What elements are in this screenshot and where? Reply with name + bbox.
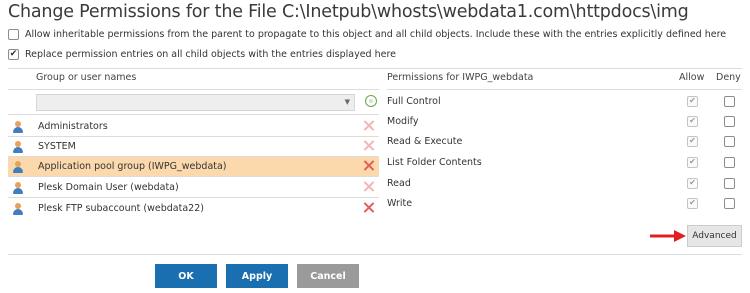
permission-name: Read & Execute	[387, 135, 463, 147]
permission-row-read: Read	[387, 173, 742, 193]
deny-checkbox[interactable]	[724, 156, 735, 168]
allow-checkbox[interactable]	[687, 95, 698, 107]
footer-divider	[8, 254, 742, 255]
user-row-administrators[interactable]: Administrators	[8, 117, 379, 136]
arrow-pointer-icon	[650, 230, 686, 242]
allow-checkbox[interactable]	[687, 135, 698, 147]
deny-checkbox[interactable]	[724, 135, 735, 147]
apply-button[interactable]: Apply	[226, 264, 288, 288]
permission-row-modify: Modify	[387, 111, 742, 131]
delete-icon[interactable]	[363, 140, 374, 151]
deny-checkbox[interactable]	[724, 95, 735, 107]
cancel-button[interactable]: Cancel	[297, 264, 359, 288]
chevron-down-icon: ▼	[344, 98, 350, 106]
page-title: Change Permissions for the File C:\Inetp…	[8, 2, 689, 22]
users-header: Group or user names	[36, 72, 137, 83]
user-divider	[8, 114, 379, 115]
user-divider	[8, 197, 379, 198]
section-divider	[8, 68, 742, 69]
user-icon	[12, 202, 24, 215]
allow-checkbox[interactable]	[687, 156, 698, 168]
deny-checkbox[interactable]	[724, 177, 735, 189]
user-row-system[interactable]: SYSTEM	[8, 137, 379, 156]
user-row-application-pool-group[interactable]: Application pool group (IWPG_webdata)	[8, 157, 379, 176]
deny-checkbox[interactable]	[724, 115, 735, 127]
add-user-icon[interactable]	[365, 95, 377, 107]
ok-button[interactable]: OK	[155, 264, 217, 288]
user-name: Application pool group (IWPG_webdata)	[38, 161, 227, 172]
permission-name: Full Control	[387, 95, 441, 107]
user-icon	[12, 160, 24, 173]
deny-checkbox[interactable]	[724, 197, 735, 209]
user-row-plesk-ftp-subaccount[interactable]: Plesk FTP subaccount (webdata22)	[8, 199, 379, 218]
delete-icon[interactable]	[363, 160, 374, 171]
inherit-option[interactable]: Allow inheritable permissions from the p…	[8, 29, 726, 40]
users-header-divider	[8, 89, 379, 90]
permissions-header-divider	[387, 89, 742, 90]
user-divider	[8, 176, 379, 177]
user-name: SYSTEM	[38, 141, 76, 152]
allow-checkbox[interactable]	[687, 177, 698, 189]
permission-row-list-folder-contents: List Folder Contents	[387, 152, 742, 172]
replace-label: Replace permission entries on all child …	[25, 49, 397, 60]
permission-name: Write	[387, 197, 413, 209]
user-row-plesk-domain-user[interactable]: Plesk Domain User (webdata)	[8, 178, 379, 197]
allow-checkbox[interactable]	[687, 115, 698, 127]
allow-checkbox[interactable]	[687, 197, 698, 209]
add-user-dropdown[interactable]: ▼	[36, 94, 355, 111]
delete-icon[interactable]	[363, 202, 374, 213]
delete-icon[interactable]	[363, 120, 374, 131]
delete-icon[interactable]	[363, 181, 374, 192]
allow-header: Allow	[679, 72, 705, 83]
permission-row-write: Write	[387, 193, 742, 213]
permission-name: Read	[387, 177, 411, 189]
advanced-button[interactable]: Advanced	[687, 225, 742, 247]
permission-name: Modify	[387, 115, 419, 127]
user-icon	[12, 140, 24, 153]
inherit-label: Allow inheritable permissions from the p…	[25, 29, 727, 40]
inherit-checkbox[interactable]	[8, 29, 19, 40]
replace-option[interactable]: Replace permission entries on all child …	[8, 49, 396, 60]
user-name: Administrators	[38, 121, 108, 132]
deny-header: Deny	[716, 72, 741, 83]
permission-row-full-control: Full Control	[387, 91, 742, 111]
user-name: Plesk Domain User (webdata)	[38, 182, 179, 193]
permissions-header: Permissions for IWPG_webdata	[387, 72, 534, 83]
user-icon	[12, 120, 24, 133]
permission-name: List Folder Contents	[387, 156, 482, 168]
user-name: Plesk FTP subaccount (webdata22)	[38, 203, 204, 214]
user-icon	[12, 181, 24, 194]
permission-row-read-execute: Read & Execute	[387, 131, 742, 151]
replace-checkbox[interactable]	[8, 49, 19, 60]
